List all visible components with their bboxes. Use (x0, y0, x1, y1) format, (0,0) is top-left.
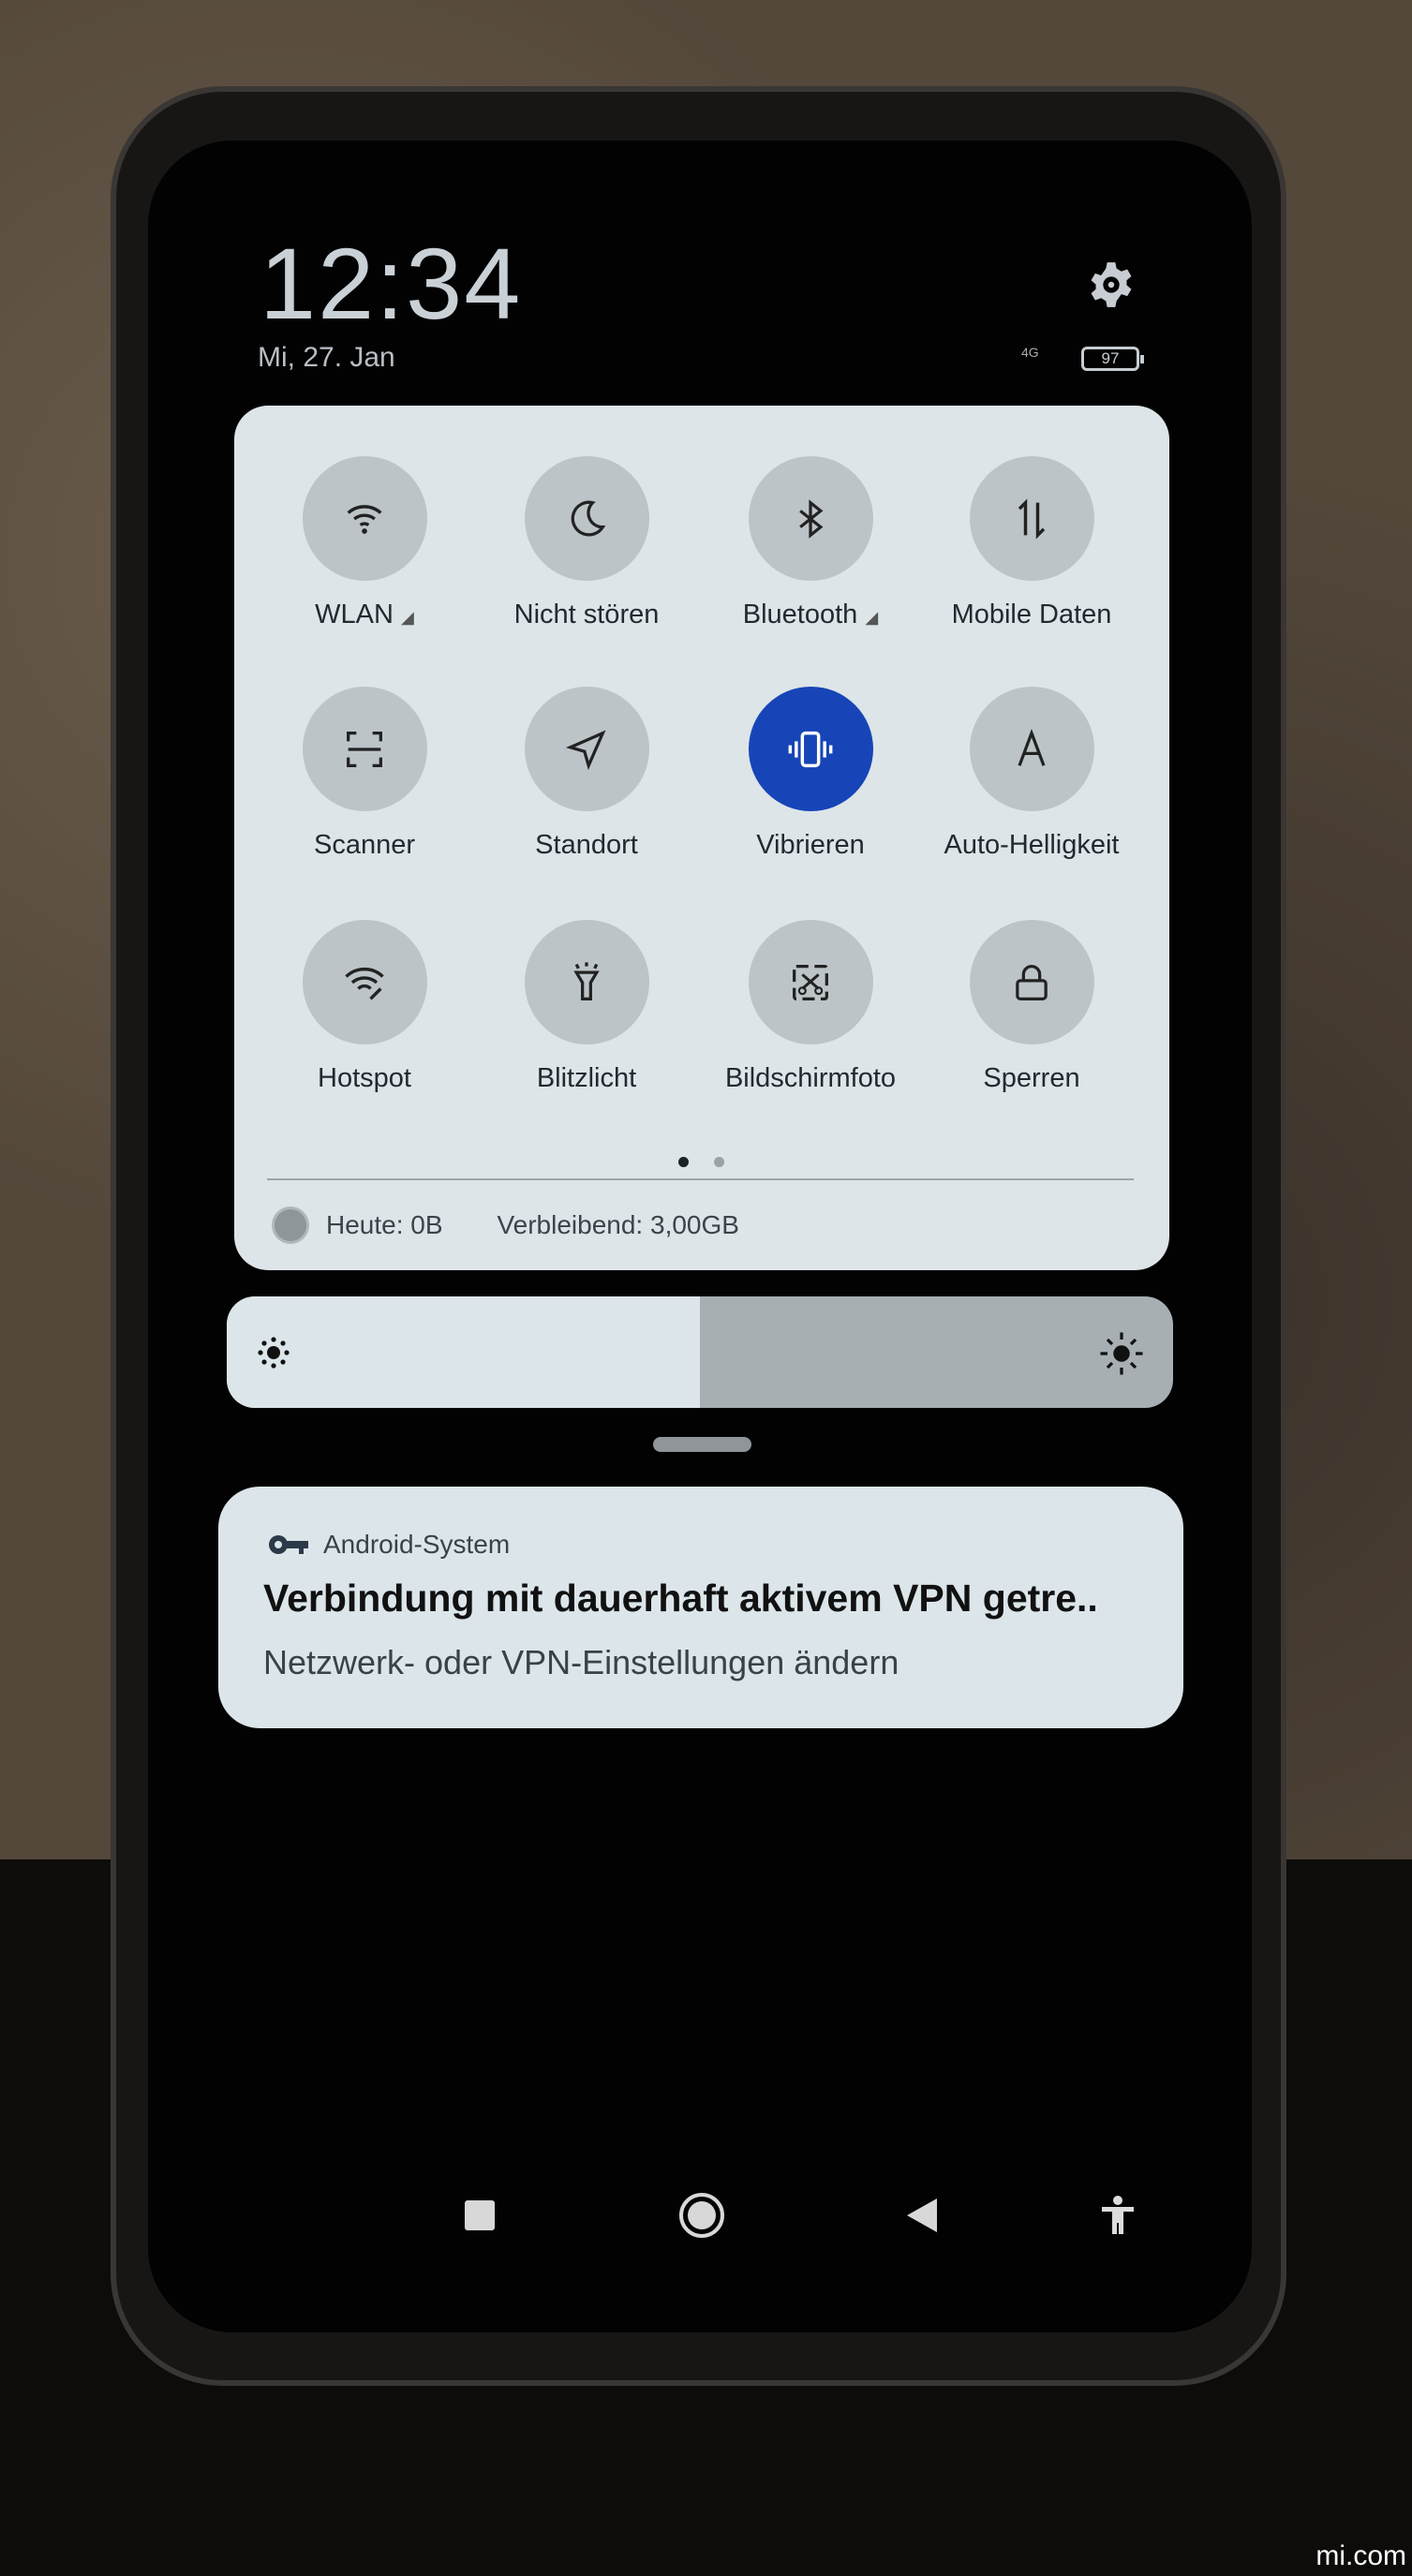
auto-brightness-icon (1018, 728, 1046, 766)
pager-dot-active (678, 1157, 689, 1167)
mobile-data-icon (1018, 497, 1046, 540)
toggle-button[interactable] (969, 920, 1094, 1044)
accessibility-button[interactable] (1094, 2192, 1141, 2239)
toggle-button[interactable] (748, 687, 873, 811)
toggle-button[interactable] (748, 920, 873, 1044)
recents-button[interactable] (456, 2192, 503, 2239)
toggle-button[interactable] (302, 920, 427, 1044)
toggle-button[interactable] (969, 456, 1094, 581)
brightness-high-icon (1100, 1332, 1143, 1375)
clock: 12:34 (260, 227, 523, 340)
toggle-scanner[interactable]: Scanner (252, 687, 477, 861)
bluetooth-icon (799, 498, 824, 539)
toggle-label: Vibrieren (756, 830, 865, 860)
toggle-button[interactable] (748, 456, 873, 581)
back-triangle-icon (907, 2198, 937, 2232)
toggle-label: Auto-Helligkeit (944, 830, 1120, 860)
toggle-nicht-stören[interactable]: Nicht stören (474, 456, 699, 630)
toggle-label: Scanner (313, 830, 415, 860)
accessibility-icon (1102, 2196, 1134, 2234)
usage-remaining: Verbleibend: 3,00GB (497, 1210, 739, 1239)
flashlight-icon (573, 961, 600, 1000)
home-button[interactable] (678, 2192, 725, 2239)
toggle-label: Sperren (983, 1063, 1080, 1093)
usage-today: Heute: 0B (326, 1210, 443, 1239)
toggle-mobile-daten[interactable]: Mobile Daten (919, 456, 1144, 630)
date: Mi, 27. Jan (258, 342, 395, 373)
brightness-slider[interactable] (227, 1296, 1173, 1408)
screenshot-icon (793, 964, 828, 1000)
battery-icon: 97 (1081, 347, 1144, 371)
brightness-fill (227, 1296, 700, 1408)
toggle-label: Bluetooth ◢ (742, 600, 879, 629)
settings-gear-icon[interactable] (1087, 260, 1136, 309)
toggle-bildschirmfoto[interactable]: Bildschirmfoto (698, 920, 923, 1094)
toggle-label: Blitzlicht (536, 1063, 637, 1093)
toggle-button[interactable] (524, 920, 649, 1044)
toggle-button[interactable] (524, 456, 649, 581)
vpn-notification[interactable]: Android-System Verbindung mit dauerhaft … (218, 1487, 1183, 1728)
brightness-low-icon (258, 1337, 290, 1369)
divider (267, 1178, 1134, 1180)
notification-header: Android-System (267, 1530, 510, 1560)
notification-body: Netzwerk- oder VPN-Einstellungen ändern (263, 1643, 899, 1681)
square-icon (465, 2200, 495, 2230)
toggle-label: Bildschirmfoto (724, 1063, 897, 1093)
toggle-label: Standort (535, 830, 638, 860)
pager-dot[interactable] (714, 1157, 724, 1167)
toggle-bluetooth[interactable]: Bluetooth ◢ (698, 456, 923, 630)
data-usage[interactable]: Heute: 0B Verbleibend: 3,00GB (272, 1207, 739, 1244)
toggle-button[interactable] (302, 456, 427, 581)
toggle-label: Nicht stören (513, 600, 660, 629)
toggle-button[interactable] (302, 687, 427, 811)
toggle-button[interactable] (524, 687, 649, 811)
signal-icon: 4G (1021, 345, 1039, 360)
location-icon (565, 730, 606, 770)
toggle-label: Hotspot (318, 1063, 411, 1093)
lock-icon (1016, 964, 1048, 1000)
key-icon (269, 1535, 308, 1554)
vibrate-icon (788, 731, 833, 767)
toggle-vibrieren[interactable]: Vibrieren (698, 687, 923, 861)
toggle-auto-helligkeit[interactable]: Auto-Helligkeit (919, 687, 1144, 861)
toggle-button[interactable] (969, 687, 1094, 811)
expand-arrow-icon[interactable]: ◢ (865, 608, 878, 627)
notification-title: Verbindung mit dauerhaft aktivem VPN get… (263, 1577, 1098, 1620)
notification-app: Android-System (323, 1530, 511, 1559)
expand-arrow-icon[interactable]: ◢ (401, 608, 414, 627)
data-usage-icon (272, 1207, 309, 1244)
scanner-icon (347, 731, 382, 767)
toggle-standort[interactable]: Standort (474, 687, 699, 861)
toggle-blitzlicht[interactable]: Blitzlicht (474, 920, 699, 1094)
circle-icon (679, 2193, 724, 2238)
toggle-label: WLAN ◢ (315, 600, 414, 629)
toggle-sperren[interactable]: Sperren (919, 920, 1144, 1094)
toggle-wlan[interactable]: WLAN ◢ (252, 456, 477, 630)
quick-settings-panel: WLAN ◢ Nicht stören Bluetooth ◢ Mobile Date… (234, 406, 1169, 1270)
hotspot-icon (345, 967, 384, 1000)
toggle-hotspot[interactable]: Hotspot (252, 920, 477, 1094)
watermark: mi.com (1315, 2540, 1406, 2571)
moon-icon (571, 500, 606, 537)
back-button[interactable] (899, 2192, 945, 2239)
panel-drag-handle[interactable] (653, 1437, 751, 1452)
toggle-label: Mobile Daten (951, 600, 1112, 629)
wifi-icon (347, 504, 382, 534)
